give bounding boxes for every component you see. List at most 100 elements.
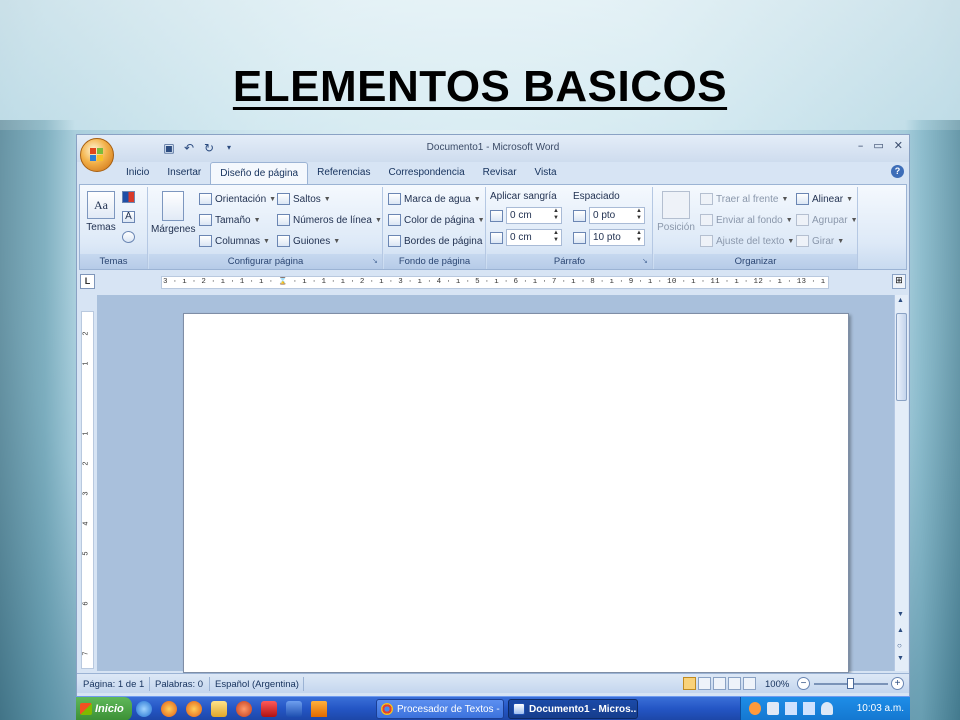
horizontal-ruler[interactable]: 3 · ı · 2 · ı · 1 · ı · ⌛ · ı · 1 · ı · … [161, 276, 829, 289]
taskbar-item-label: Procesador de Textos - ... [397, 703, 504, 715]
margins-icon [162, 191, 184, 221]
office-button[interactable] [80, 138, 114, 172]
ajuste-texto-button[interactable]: Ajuste del texto ▼ [700, 235, 794, 247]
tab-selector-button[interactable]: L [80, 274, 95, 289]
saltos-label: Saltos [293, 193, 321, 205]
browse-object-icon[interactable]: ○ [897, 641, 902, 650]
group-temas: Aa Temas A Temas [80, 187, 148, 269]
numeros-linea-button[interactable]: Números de línea ▼ [277, 214, 382, 226]
group-fondo-pagina: Marca de agua ▼ Color de página ▼ Bordes d… [384, 187, 486, 269]
document-page[interactable] [183, 313, 849, 673]
spin-arrows-icon[interactable]: ▲ ▼ [553, 230, 559, 244]
taskbar-item-documento1[interactable]: Documento1 - Micros... [508, 699, 638, 719]
tab-correspondencia[interactable]: Correspondencia [379, 162, 473, 184]
theme-colors-icon[interactable] [122, 191, 135, 203]
theme-effects-icon[interactable] [122, 231, 135, 243]
help-icon[interactable]: ? [891, 165, 904, 178]
tamano-button[interactable]: Tamaño ▼ [199, 214, 261, 226]
space-before-stepper[interactable]: 0 pto ▲ ▼ [573, 207, 645, 224]
spin-arrows-icon[interactable]: ▲ ▼ [553, 208, 559, 222]
quick-launch [136, 701, 327, 717]
vertical-scrollbar[interactable]: ▲ ▼ ▲ ○ ▼ [894, 295, 908, 671]
full-screen-reading-icon[interactable] [698, 677, 711, 690]
theme-fonts-icon[interactable]: A [122, 211, 135, 223]
enviar-fondo-button[interactable]: Enviar al fondo ▼ [700, 214, 793, 226]
network-icon[interactable] [803, 702, 815, 715]
word-count[interactable]: Palabras: 0 [155, 679, 203, 690]
posicion-button[interactable]: Posición [656, 191, 696, 233]
saltos-button[interactable]: Saltos ▼ [277, 193, 331, 205]
girar-button[interactable]: Girar ▼ [796, 235, 844, 247]
space-after-stepper[interactable]: 10 pto ▲ ▼ [573, 229, 645, 246]
temas-button[interactable]: Aa Temas [83, 191, 119, 233]
start-button[interactable]: Inicio [76, 697, 132, 720]
acrobat-icon[interactable] [261, 701, 277, 717]
previous-page-icon[interactable]: ▲ [897, 627, 904, 634]
zoom-in-icon[interactable]: + [891, 677, 904, 690]
minimize-button[interactable]: – [858, 139, 864, 152]
color-pagina-button[interactable]: Color de página ▼ [388, 214, 485, 226]
app-icon[interactable] [236, 701, 252, 717]
firefox-icon[interactable] [186, 701, 202, 717]
zoom-level[interactable]: 100% [765, 679, 789, 690]
dialog-launcher-icon[interactable]: ↘ [372, 258, 380, 266]
outline-icon[interactable] [728, 677, 741, 690]
tab-referencias[interactable]: Referencias [308, 162, 379, 184]
close-button[interactable]: ✕ [894, 139, 903, 152]
folder-icon[interactable] [211, 701, 227, 717]
indent-left-stepper[interactable]: 0 cm ▲ ▼ [490, 207, 562, 224]
battery-icon[interactable] [767, 702, 779, 715]
indent-right-field[interactable]: 0 cm ▲ ▼ [506, 229, 562, 246]
clock[interactable]: 10:03 a.m. [857, 703, 904, 714]
tab-revisar[interactable]: Revisar [474, 162, 526, 184]
next-page-icon[interactable]: ▼ [897, 655, 904, 662]
alinear-button[interactable]: Alinear ▼ [796, 193, 853, 205]
bordes-pagina-button[interactable]: Bordes de página [388, 235, 482, 247]
indent-left-field[interactable]: 0 cm ▲ ▼ [506, 207, 562, 224]
spin-arrows-icon[interactable]: ▲ ▼ [636, 208, 642, 222]
draft-icon[interactable] [743, 677, 756, 690]
scroll-thumb[interactable] [896, 313, 907, 401]
columnas-button[interactable]: Columnas ▼ [199, 235, 270, 247]
posicion-label: Posición [657, 222, 695, 233]
page-count[interactable]: Página: 1 de 1 [83, 679, 144, 690]
vertical-ruler[interactable]: 2 1 1 2 3 4 5 6 7 [81, 311, 94, 669]
firefox-icon[interactable] [161, 701, 177, 717]
taskbar-item-procesador[interactable]: Procesador de Textos - ... [376, 699, 504, 719]
tab-vista[interactable]: Vista [526, 162, 566, 184]
vlc-icon[interactable] [311, 701, 327, 717]
traer-frente-button[interactable]: Traer al frente ▼ [700, 193, 788, 205]
print-layout-icon[interactable] [683, 677, 696, 690]
language[interactable]: Español (Argentina) [215, 679, 299, 690]
tab-diseno-pagina[interactable]: Diseño de página [210, 162, 309, 184]
agrupar-button[interactable]: Agrupar ▼ [796, 214, 858, 226]
word-icon[interactable] [286, 701, 302, 717]
web-layout-icon[interactable] [713, 677, 726, 690]
spin-arrows-icon[interactable]: ▲ ▼ [636, 230, 642, 244]
security-icon[interactable] [749, 702, 761, 715]
vruler-tick: 6 [82, 601, 90, 606]
tab-insertar[interactable]: Insertar [158, 162, 210, 184]
margenes-button[interactable]: Márgenes [151, 191, 195, 235]
scroll-up-icon[interactable]: ▲ [897, 297, 904, 304]
zoom-slider-thumb[interactable] [847, 678, 854, 689]
group-label-fondo-pagina: Fondo de página [384, 254, 485, 269]
restore-button[interactable]: ▭ [873, 139, 883, 152]
space-before-field[interactable]: 0 pto ▲ ▼ [589, 207, 645, 224]
volume-icon[interactable] [821, 702, 833, 715]
space-after-field[interactable]: 10 pto ▲ ▼ [589, 229, 645, 246]
dialog-launcher-icon[interactable]: ↘ [642, 258, 650, 266]
view-ruler-icon[interactable]: ⊞ [892, 274, 906, 289]
ie-icon[interactable] [136, 701, 152, 717]
alinear-label: Alinear [812, 193, 844, 205]
scroll-down-icon[interactable]: ▼ [897, 611, 904, 618]
orientacion-button[interactable]: Orientación ▼ [199, 193, 276, 205]
tab-inicio[interactable]: Inicio [117, 162, 158, 184]
device-icon[interactable] [785, 702, 797, 715]
chevron-down-icon: ▼ [787, 237, 795, 245]
marca-agua-button[interactable]: Marca de agua ▼ [388, 193, 481, 205]
zoom-out-icon[interactable]: − [797, 677, 810, 690]
vruler-tick: 1 [82, 361, 90, 366]
indent-right-stepper[interactable]: 0 cm ▲ ▼ [490, 229, 562, 246]
guiones-button[interactable]: Guiones ▼ [277, 235, 340, 247]
